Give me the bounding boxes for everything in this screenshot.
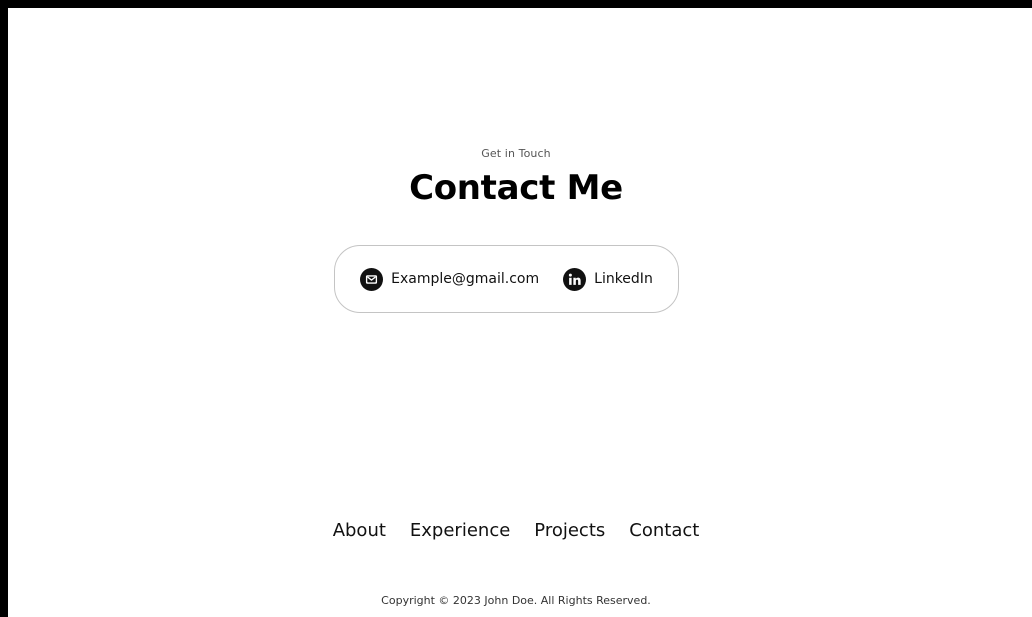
email-text: Example@gmail.com [391, 271, 540, 287]
footer-nav-about[interactable]: About [333, 520, 386, 541]
footer-nav-contact[interactable]: Contact [629, 520, 699, 541]
footer-nav-projects[interactable]: Projects [534, 520, 605, 541]
linkedin-text: LinkedIn [594, 271, 653, 287]
section-subtitle: Get in Touch [481, 147, 551, 160]
footer-nav: About Experience Projects Contact [8, 520, 1024, 541]
footer-nav-experience[interactable]: Experience [410, 520, 510, 541]
page: Get in Touch Contact Me Example@gmail.co… [8, 8, 1032, 617]
section-title: Contact Me [409, 168, 623, 208]
email-link[interactable]: Example@gmail.com [360, 267, 540, 291]
email-icon [360, 267, 384, 291]
linkedin-icon [563, 267, 587, 291]
linkedin-link[interactable]: LinkedIn [563, 267, 653, 291]
copyright-text: Copyright © 2023 John Doe. All Rights Re… [381, 594, 651, 607]
contact-info-box: Example@gmail.com LinkedIn [334, 245, 679, 313]
